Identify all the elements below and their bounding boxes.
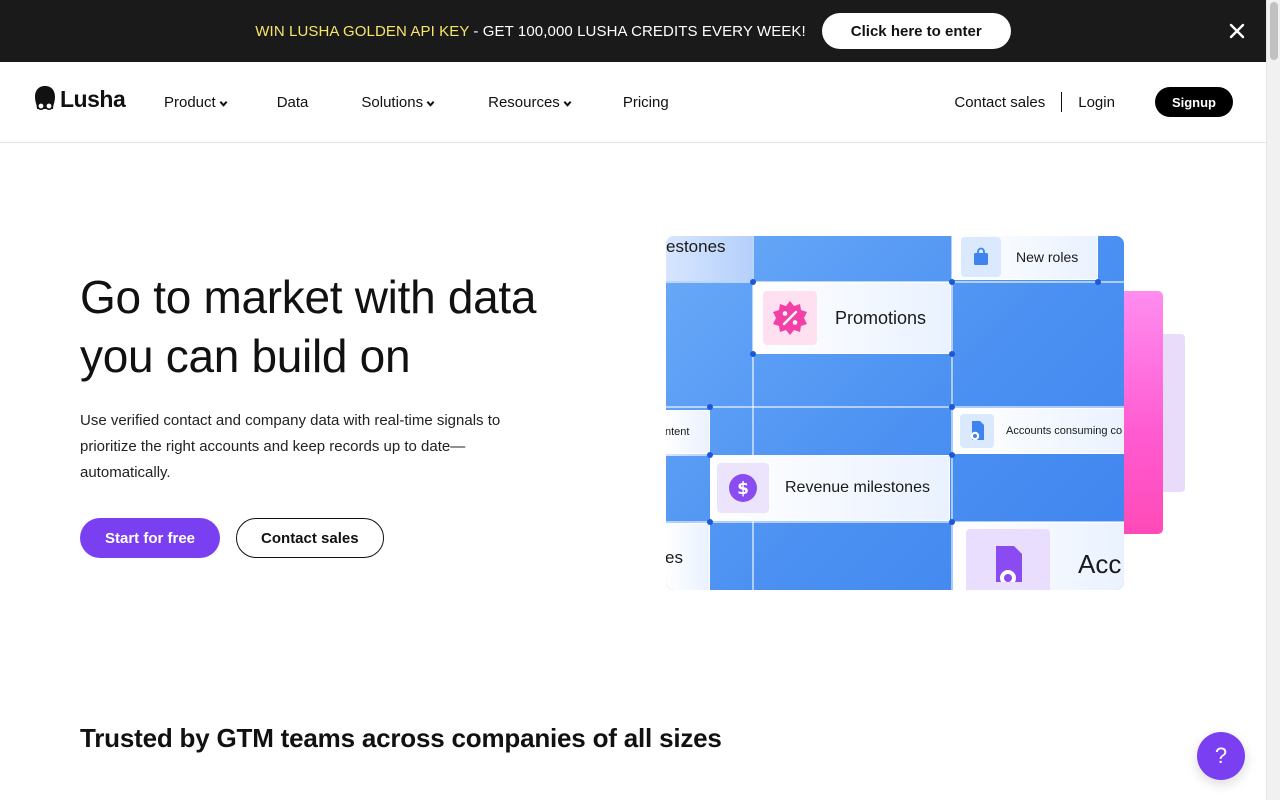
nav-actions: Contact sales Login Signup xyxy=(954,62,1233,142)
close-icon[interactable] xyxy=(1228,22,1246,40)
page: WIN LUSHA GOLDEN API KEY - GET 100,000 L… xyxy=(0,0,1280,800)
discount-badge-icon xyxy=(763,291,817,345)
card-new-roles: New roles xyxy=(952,236,1098,280)
promo-banner: WIN LUSHA GOLDEN API KEY - GET 100,000 L… xyxy=(0,0,1266,62)
grid-node xyxy=(1095,279,1101,285)
grid-node xyxy=(949,452,955,458)
main-navigation: Lusha Product Data Solutions Resources P… xyxy=(0,62,1266,143)
document-icon xyxy=(966,529,1050,590)
grid-node xyxy=(707,404,713,410)
hero-title-line-1: Go to market with data xyxy=(80,271,537,323)
promo-message: - GET 100,000 LUSHA CREDITS EVERY WEEK! xyxy=(469,22,806,40)
card-milestones-fragment: estones xyxy=(666,236,752,264)
lusha-logo-icon xyxy=(35,86,55,110)
dollar-coin-icon: $ xyxy=(717,463,769,513)
chevron-down-icon xyxy=(219,101,228,107)
card-label: estones xyxy=(666,237,726,256)
grid-node xyxy=(707,519,713,525)
document-view-icon xyxy=(960,414,994,448)
grid-node xyxy=(750,279,756,285)
grid-node xyxy=(750,351,756,357)
nav-item-label: Product xyxy=(164,93,216,111)
promo-highlight: WIN LUSHA GOLDEN API KEY xyxy=(255,22,470,40)
nav-item-pricing[interactable]: Pricing xyxy=(623,94,669,111)
trusted-heading: Trusted by GTM teams across companies of… xyxy=(80,723,722,753)
chevron-down-icon xyxy=(426,101,435,107)
nav-item-product[interactable]: Product xyxy=(164,94,228,111)
card-label: New roles xyxy=(1016,249,1079,265)
nav-item-solutions[interactable]: Solutions xyxy=(361,94,435,111)
card-label: Revenue milestones xyxy=(785,479,930,496)
card-acc-fragment: Acc xyxy=(953,522,1124,590)
card-label: Accounts consuming co xyxy=(1006,425,1123,437)
signup-button[interactable]: Signup xyxy=(1154,87,1233,117)
page-scrollbar[interactable] xyxy=(1266,0,1280,800)
hero-actions: Start for free Contact sales xyxy=(80,518,384,558)
card-label: ntent xyxy=(666,426,690,438)
nav-divider xyxy=(1061,92,1063,112)
logo-wordmark: Lusha xyxy=(60,85,126,112)
nav-item-data[interactable]: Data xyxy=(277,94,309,111)
grid-node xyxy=(949,404,955,410)
hero-contact-sales-button[interactable]: Contact sales xyxy=(236,518,384,558)
grid-node xyxy=(949,519,955,525)
scrollbar-thumb[interactable] xyxy=(1270,2,1278,60)
nav-item-label: Pricing xyxy=(622,93,669,111)
chevron-down-icon xyxy=(563,101,572,107)
card-accounts-consuming: Accounts consuming co xyxy=(953,408,1124,454)
card-content-fragment: ntent xyxy=(666,410,710,454)
illustration-lavender-panel xyxy=(1163,334,1185,492)
lusha-logo[interactable]: Lusha xyxy=(33,85,126,113)
contact-sales-link[interactable]: Contact sales xyxy=(954,94,1045,111)
hero-title: Go to market with data you can build on xyxy=(80,268,600,386)
login-link[interactable]: Login xyxy=(1078,94,1115,111)
shopping-bag-icon xyxy=(961,237,1001,277)
card-revenue-milestones: $ Revenue milestones xyxy=(710,455,950,521)
nav-item-label: Data xyxy=(276,93,309,111)
nav-item-label: Solutions xyxy=(361,93,424,111)
help-chat-button[interactable]: ? xyxy=(1197,732,1245,780)
nav-item-label: Resources xyxy=(488,93,560,111)
nav-item-resources[interactable]: Resources xyxy=(488,94,572,111)
svg-text:$: $ xyxy=(737,479,749,499)
hero-illustration: estones New roles Promotions ntent Accou… xyxy=(666,236,1124,590)
card-label: Promotions xyxy=(835,307,927,328)
card-es-fragment: es xyxy=(666,523,710,590)
nav-menu: Product Data Solutions Resources Pricing xyxy=(164,62,669,142)
start-for-free-button[interactable]: Start for free xyxy=(80,518,221,558)
card-promotions: Promotions xyxy=(753,282,951,354)
card-label: es xyxy=(666,548,683,567)
help-question-icon: ? xyxy=(1214,743,1228,768)
hero-subtitle: Use verified contact and company data wi… xyxy=(80,412,501,481)
promo-text: WIN LUSHA GOLDEN API KEY - GET 100,000 L… xyxy=(255,23,806,40)
hero-title-line-2: you can build on xyxy=(80,330,411,382)
card-label: Acc xyxy=(1078,549,1122,579)
illustration-pink-panel xyxy=(1124,291,1163,534)
grid-node xyxy=(707,452,713,458)
grid-node xyxy=(949,279,955,285)
promo-enter-button[interactable]: Click here to enter xyxy=(821,13,1011,49)
grid-node xyxy=(949,351,955,357)
